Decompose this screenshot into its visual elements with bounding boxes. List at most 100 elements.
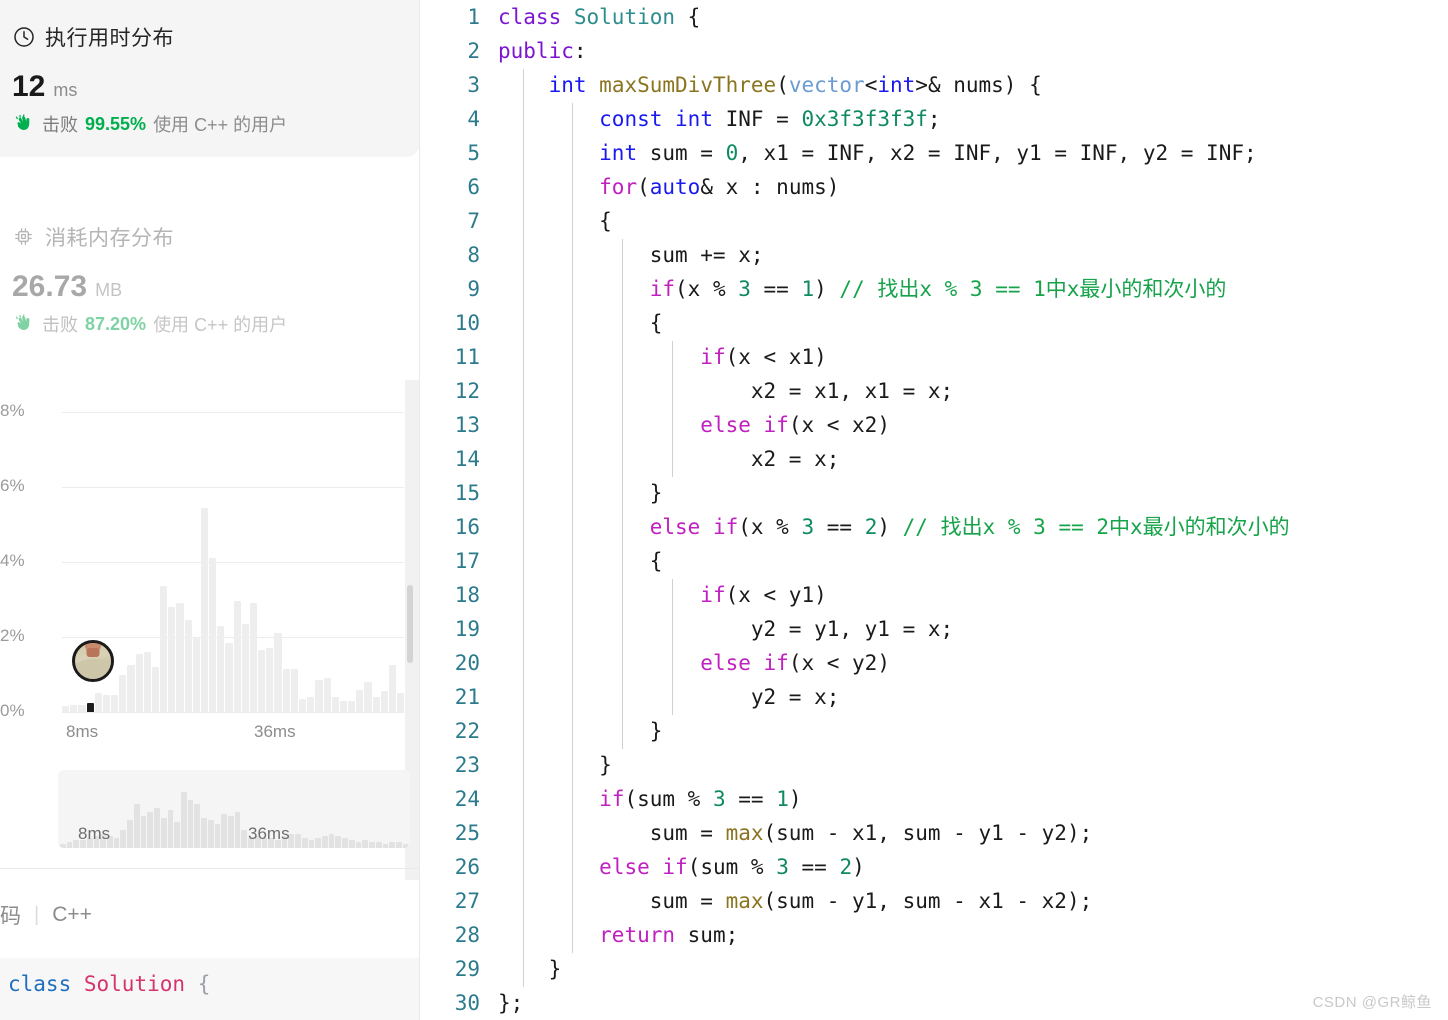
- code-line[interactable]: 10 {: [420, 306, 1448, 341]
- chart-bar[interactable]: [315, 680, 323, 712]
- chart-bar[interactable]: [209, 558, 217, 712]
- code-line[interactable]: 12 x2 = x1, x1 = x;: [420, 374, 1448, 409]
- chart-bar[interactable]: [86, 702, 94, 712]
- chart-bar[interactable]: [290, 668, 298, 712]
- code-line[interactable]: 21 y2 = x;: [420, 680, 1448, 715]
- chart-bar[interactable]: [372, 697, 380, 712]
- chart-bar[interactable]: [176, 603, 184, 712]
- chart-bar[interactable]: [356, 689, 364, 712]
- indent-guide: [523, 375, 524, 409]
- user-avatar-marker[interactable]: [72, 640, 115, 682]
- chart-bar[interactable]: [397, 693, 405, 712]
- language-name[interactable]: C++: [52, 903, 92, 927]
- code-line[interactable]: 19 y2 = y1, y1 = x;: [420, 612, 1448, 647]
- chart-bar[interactable]: [78, 705, 86, 712]
- code-token: int: [548, 73, 587, 97]
- chart-bar[interactable]: [192, 637, 200, 712]
- chart-bar[interactable]: [127, 665, 135, 712]
- code-line[interactable]: 20 else if(x < y2): [420, 646, 1448, 681]
- chart-bar[interactable]: [249, 603, 258, 712]
- code-line[interactable]: 11 if(x < x1): [420, 340, 1448, 375]
- chart-bar[interactable]: [200, 507, 209, 712]
- chart-bar[interactable]: [151, 667, 160, 712]
- chart-bar[interactable]: [184, 620, 192, 712]
- code-line[interactable]: 22 }: [420, 714, 1448, 749]
- chart-bar[interactable]: [323, 678, 331, 712]
- chart-bar[interactable]: [298, 698, 307, 712]
- code-line[interactable]: 25 sum = max(sum - x1, sum - y1 - y2);: [420, 816, 1448, 851]
- code-line[interactable]: 14 x2 = x;: [420, 442, 1448, 477]
- code-line[interactable]: 13 else if(x < x2): [420, 408, 1448, 443]
- chart-bar[interactable]: [143, 652, 151, 712]
- indent-guide: [572, 341, 573, 375]
- code-line[interactable]: 24 if(sum % 3 == 1): [420, 782, 1448, 817]
- chart-bar[interactable]: [348, 700, 356, 712]
- code-line[interactable]: 30};: [420, 986, 1448, 1020]
- chart-bar[interactable]: [364, 682, 372, 712]
- chart-bar[interactable]: [102, 695, 111, 712]
- minimap-bar: [214, 824, 221, 848]
- code-token: :: [573, 39, 587, 63]
- code-line[interactable]: 1 class Solution {: [420, 0, 1448, 34]
- chart-bar[interactable]: [388, 665, 397, 712]
- chart-bar[interactable]: [331, 697, 339, 712]
- chart-bar[interactable]: [168, 607, 176, 712]
- chart-bar[interactable]: [62, 706, 70, 712]
- chart-plot-area[interactable]: [62, 412, 405, 713]
- code-line[interactable]: 28 return sum;: [420, 918, 1448, 953]
- code-line[interactable]: 4 const int INF = 0x3f3f3f3f;: [420, 102, 1448, 137]
- minimap-bar: [355, 842, 362, 848]
- minimap-bar: [66, 842, 73, 848]
- code-snippet-preview[interactable]: class Solution {: [0, 958, 420, 1020]
- chart-bar[interactable]: [258, 650, 266, 712]
- indent-guide: [672, 579, 673, 613]
- code-line[interactable]: 29 }: [420, 952, 1448, 987]
- chart-bar[interactable]: [274, 633, 282, 712]
- code-viewer[interactable]: 1 class Solution {2 public: 3 int maxSumDiv…: [420, 0, 1448, 1020]
- chart-bar[interactable]: [111, 695, 119, 712]
- runtime-stat-card[interactable]: 执行用时分布 12 ms 击败 99.55% 使用 C++ 的用户: [0, 0, 420, 157]
- chart-bar[interactable]: [94, 693, 102, 712]
- line-number: 15: [454, 481, 480, 505]
- code-line[interactable]: 15 }: [420, 476, 1448, 511]
- chart-bar[interactable]: [217, 625, 225, 712]
- distribution-chart[interactable]: 0% 2% 4% 6% 8% 8ms 36ms: [0, 390, 420, 750]
- code-line[interactable]: 17 {: [420, 544, 1448, 579]
- minimap-bar: [113, 838, 120, 848]
- code-line[interactable]: 26 else if(sum % 3 == 2): [420, 850, 1448, 885]
- code-line[interactable]: 6 for(auto& x : nums): [420, 170, 1448, 205]
- code-token: INF =: [712, 107, 802, 131]
- chart-bar[interactable]: [70, 704, 78, 712]
- chart-bar[interactable]: [266, 648, 274, 712]
- chart-bar[interactable]: [160, 586, 168, 712]
- panel-scrollbar-thumb[interactable]: [407, 585, 413, 663]
- chart-bar-series: [62, 412, 405, 712]
- chart-range-scrubber[interactable]: 8ms 36ms: [58, 770, 410, 848]
- code-line[interactable]: 8 sum += x;: [420, 238, 1448, 273]
- code-line[interactable]: 9 if(x % 3 == 1) // 找出x % 3 == 1中x最小的和次小…: [420, 272, 1448, 307]
- code-token: x2 = x1, x1 = x;: [498, 379, 954, 403]
- chart-bar[interactable]: [282, 668, 290, 712]
- code-line[interactable]: 2 public:: [420, 34, 1448, 68]
- chart-bar[interactable]: [339, 700, 348, 712]
- chart-bar[interactable]: [233, 601, 241, 712]
- indent-guide: [572, 647, 573, 681]
- code-line[interactable]: 7 {: [420, 204, 1448, 239]
- code-line[interactable]: 27 sum = max(sum - y1, sum - x1 - x2);: [420, 884, 1448, 919]
- chart-bar[interactable]: [225, 642, 233, 712]
- memory-stat-card[interactable]: 消耗内存分布 26.73 MB 击败 87.20% 使用 C++ 的用户: [0, 200, 420, 357]
- chart-bar[interactable]: [119, 674, 127, 712]
- code-line[interactable]: 23 }: [420, 748, 1448, 783]
- code-line[interactable]: 5 int sum = 0, x1 = INF, x2 = INF, y1 = …: [420, 136, 1448, 171]
- line-number: 12: [454, 379, 480, 403]
- code-line[interactable]: 16 else if(x % 3 == 2) // 找出x % 3 == 2中x…: [420, 510, 1448, 545]
- chart-bar[interactable]: [380, 691, 388, 712]
- code-line[interactable]: 18 if(x < y1): [420, 578, 1448, 613]
- chart-bar[interactable]: [135, 653, 143, 712]
- code-token: (: [776, 73, 789, 97]
- chart-bar[interactable]: [307, 697, 315, 712]
- code-line[interactable]: 3 int maxSumDivThree(vector<int>& nums) …: [420, 68, 1448, 103]
- chart-bar[interactable]: [241, 623, 249, 712]
